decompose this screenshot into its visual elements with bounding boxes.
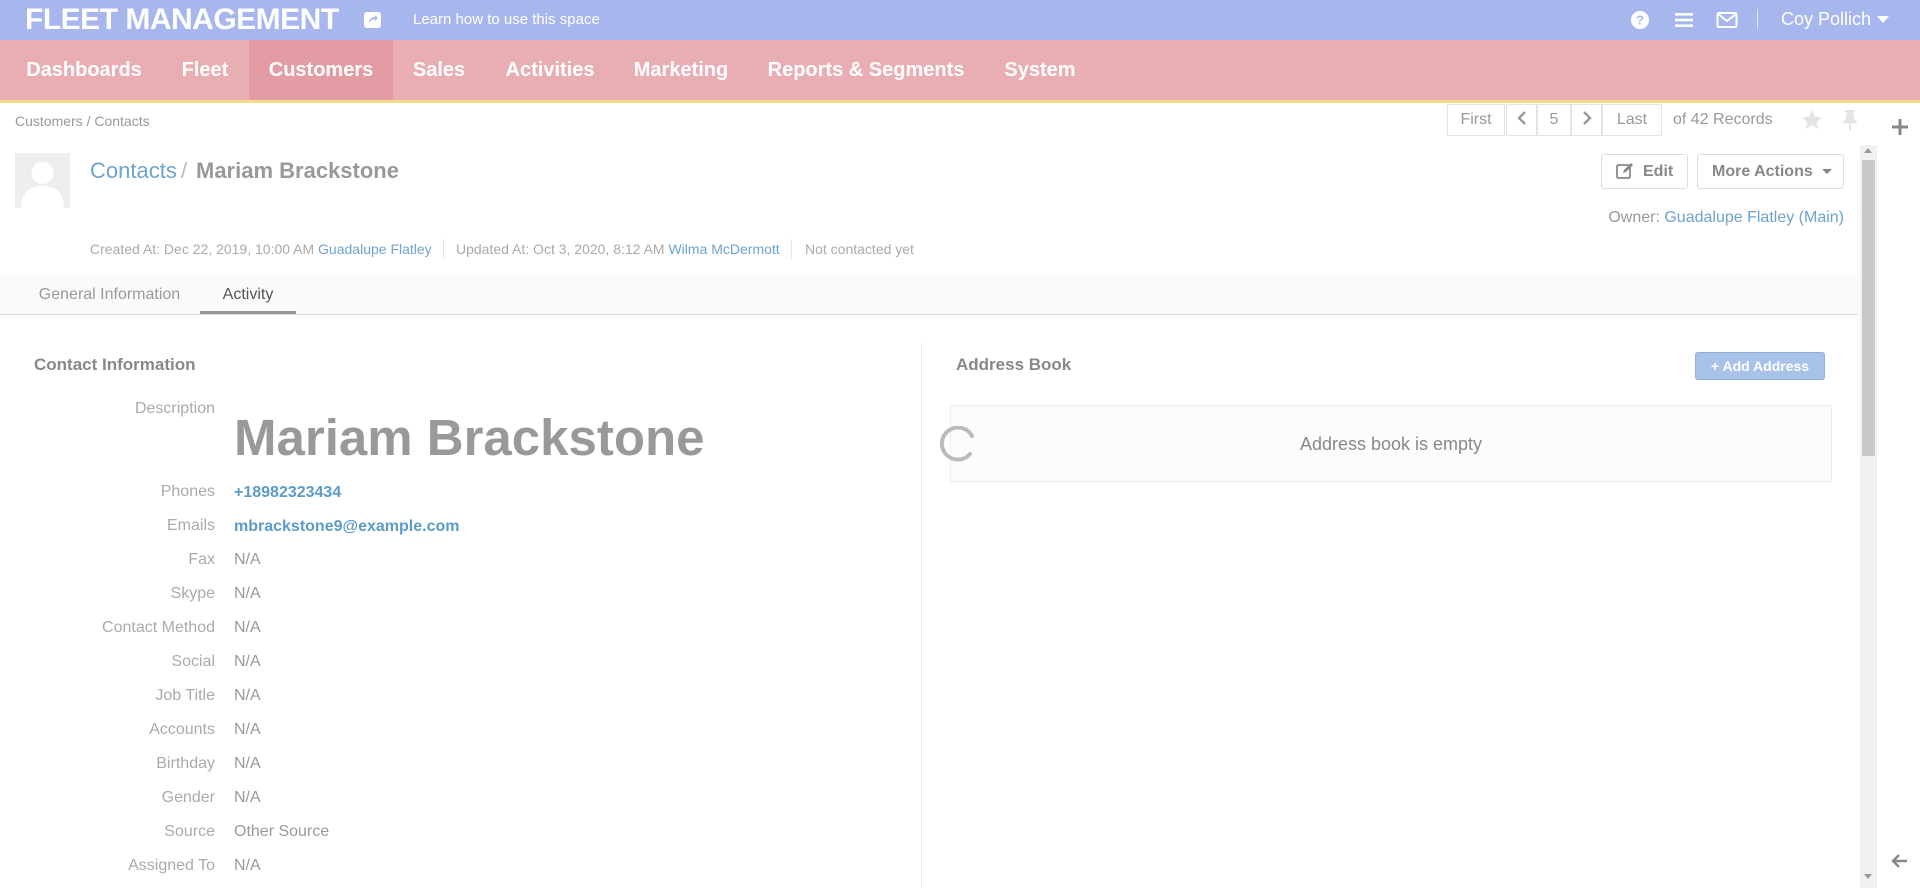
edit-label: Edit	[1643, 163, 1674, 180]
assigned-to-value: N/A	[234, 857, 261, 874]
plus-icon[interactable]	[1891, 118, 1909, 136]
job-title-value: N/A	[234, 687, 261, 704]
skype-value: N/A	[234, 585, 261, 602]
share-icon[interactable]	[363, 10, 383, 30]
user-silhouette-icon	[21, 162, 64, 208]
gender-value: N/A	[234, 789, 261, 806]
pager-next-button[interactable]	[1571, 104, 1602, 136]
accounts-value: N/A	[234, 721, 261, 738]
description-label: Description	[134, 400, 215, 417]
meta-divider	[791, 239, 792, 259]
breadcrumb[interactable]: Customers / Contacts	[15, 113, 150, 129]
phones-label: Phones	[160, 483, 215, 500]
address-book-title: Address Book	[956, 355, 1072, 374]
mail-icon[interactable]	[1715, 8, 1739, 32]
column-divider	[921, 342, 922, 888]
nav-customers[interactable]: Customers	[249, 40, 393, 100]
description-value: Mariam Brackstone	[234, 409, 705, 466]
birthday-label: Birthday	[156, 755, 215, 772]
updated-label: Updated At: Oct 3, 2020, 8:12 AM	[456, 241, 665, 257]
contact-information-title: Contact Information	[34, 355, 196, 374]
chevron-right-icon	[1582, 111, 1592, 125]
empty-message: Address book is empty	[1299, 434, 1483, 454]
owner-link[interactable]: Guadalupe Flatley (Main)	[1664, 209, 1844, 226]
more-actions-label: More Actions	[1712, 163, 1813, 180]
accounts-label: Accounts	[149, 721, 215, 738]
source-value: Other Source	[234, 823, 330, 840]
source-label: Source	[164, 823, 215, 840]
svg-text:?: ?	[1636, 13, 1644, 28]
updated-info: Updated At: Oct 3, 2020, 8:12 AM Wilma M…	[456, 241, 780, 257]
tabs-bar: General Information Activity	[0, 276, 1858, 315]
phone-link[interactable]: +18982323434	[234, 484, 341, 502]
main-nav: Dashboards Fleet Customers Sales Activit…	[0, 40, 1920, 103]
gender-label: Gender	[161, 789, 215, 806]
loading-spinner-icon	[940, 426, 974, 462]
user-menu[interactable]: Coy Pollich	[1781, 9, 1871, 30]
email-link[interactable]: mbrackstone9@example.com	[234, 518, 459, 536]
tab-general-information[interactable]: General Information	[22, 276, 197, 314]
pager-prev-button[interactable]	[1506, 104, 1537, 136]
job-title-label: Job Title	[155, 687, 215, 704]
birthday-value: N/A	[234, 755, 261, 772]
edit-icon	[1616, 163, 1633, 179]
top-bar: FLEET MANAGEMENT Learn how to use this s…	[0, 0, 1920, 40]
arrow-left-icon[interactable]	[1891, 852, 1909, 870]
help-icon[interactable]: ?	[1628, 8, 1652, 32]
caret-down-icon	[1822, 169, 1832, 174]
tab-activity[interactable]: Activity	[200, 276, 296, 314]
address-book-empty: Address book is empty	[950, 405, 1832, 482]
learn-link[interactable]: Learn how to use this space	[413, 11, 600, 28]
nav-reports-segments[interactable]: Reports & Segments	[756, 40, 976, 100]
nav-activities[interactable]: Activities	[490, 40, 610, 100]
contact-method-value: N/A	[234, 619, 261, 636]
nav-sales[interactable]: Sales	[400, 40, 478, 100]
fax-label: Fax	[188, 551, 215, 568]
nav-dashboards[interactable]: Dashboards	[12, 40, 156, 100]
contacts-link[interactable]: Contacts	[90, 158, 177, 184]
chevron-down-icon[interactable]	[1877, 16, 1889, 23]
top-divider	[1757, 9, 1758, 29]
assigned-to-label: Assigned To	[128, 857, 215, 874]
nav-marketing[interactable]: Marketing	[622, 40, 740, 100]
nav-fleet[interactable]: Fleet	[168, 40, 242, 100]
owner-info: Owner: Guadalupe Flatley (Main)	[1608, 209, 1844, 227]
created-label: Created At: Dec 22, 2019, 10:00 AM	[90, 241, 315, 257]
meta-divider	[443, 239, 444, 259]
edit-button[interactable]: Edit	[1601, 154, 1688, 189]
social-value: N/A	[234, 653, 261, 670]
page-title: Mariam Brackstone	[196, 158, 399, 183]
records-count: of 42 Records	[1673, 111, 1773, 128]
add-address-button[interactable]: + Add Address	[1695, 352, 1825, 380]
emails-label: Emails	[166, 517, 215, 534]
pin-icon[interactable]	[1839, 108, 1861, 132]
created-by-link[interactable]: Guadalupe Flatley	[318, 241, 432, 257]
chevron-left-icon	[1516, 111, 1526, 125]
more-actions-button[interactable]: More Actions	[1697, 154, 1844, 189]
star-icon[interactable]	[1800, 108, 1824, 132]
menu-icon[interactable]	[1672, 8, 1696, 32]
title-separator: /	[181, 158, 188, 183]
contact-status: Not contacted yet	[805, 241, 914, 257]
scroll-down-arrow[interactable]	[1864, 874, 1872, 879]
pager-current-page: 5	[1537, 104, 1571, 136]
skype-label: Skype	[170, 585, 215, 602]
avatar	[15, 153, 70, 208]
nav-system[interactable]: System	[993, 40, 1087, 100]
scrollbar-thumb[interactable]	[1862, 160, 1875, 456]
updated-by-link[interactable]: Wilma McDermott	[668, 241, 779, 257]
social-label: Social	[171, 653, 215, 670]
owner-label: Owner:	[1608, 209, 1660, 226]
pager-last-button[interactable]: Last	[1602, 104, 1662, 136]
pager-first-button[interactable]: First	[1447, 104, 1505, 136]
fax-value: N/A	[234, 551, 261, 568]
scroll-up-arrow[interactable]	[1864, 148, 1872, 153]
created-info: Created At: Dec 22, 2019, 10:00 AM Guada…	[90, 241, 432, 257]
contact-method-label: Contact Method	[102, 619, 215, 636]
app-logo[interactable]: FLEET MANAGEMENT	[25, 3, 339, 37]
